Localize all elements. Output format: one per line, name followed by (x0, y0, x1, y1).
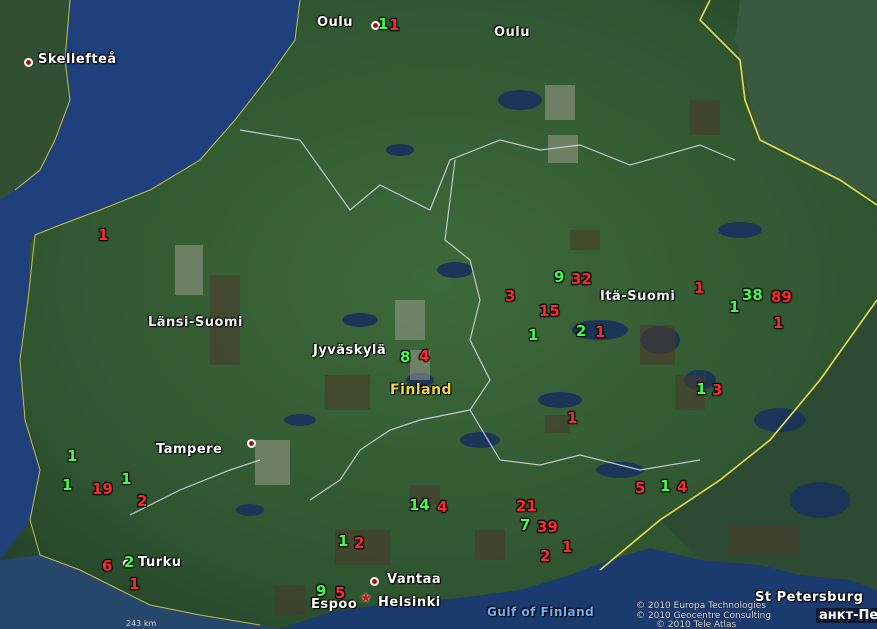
city-label-turku[interactable]: Turku (138, 555, 182, 570)
terrain-layer (0, 0, 877, 629)
attribution-line: © 2010 Tele Atlas (656, 620, 737, 629)
count-marker[interactable]: 1 (660, 479, 670, 494)
count-marker[interactable]: 5 (335, 586, 345, 601)
count-marker[interactable]: 2 (137, 494, 147, 509)
count-marker[interactable]: 1 (595, 325, 605, 340)
count-marker[interactable]: 1 (773, 316, 783, 331)
region-label-ita-suomi: Itä-Suomi (600, 289, 676, 304)
city-label-tampere[interactable]: Tampere (156, 442, 222, 457)
count-marker[interactable]: 1 (562, 540, 572, 555)
count-marker[interactable]: 1 (378, 17, 388, 32)
attribution-line: © 2010 Europa Technologies (636, 601, 766, 611)
count-marker[interactable]: 8 (400, 350, 410, 365)
count-marker[interactable]: 3 (712, 383, 722, 398)
count-marker[interactable]: 21 (516, 499, 537, 514)
count-marker[interactable]: 6 (102, 559, 112, 574)
count-marker[interactable]: 1 (67, 449, 77, 464)
count-marker[interactable]: 1 (567, 411, 577, 426)
count-marker[interactable]: 19 (92, 482, 113, 497)
count-marker[interactable]: 38 (742, 288, 763, 303)
satellite-map[interactable]: ★ Oulu Skellefteå Jyväskylä Tampere Turk… (0, 0, 877, 629)
count-marker[interactable]: 1 (129, 577, 139, 592)
tampere-city-marker[interactable] (247, 439, 256, 448)
count-marker[interactable]: 9 (554, 270, 564, 285)
count-marker[interactable]: 2 (540, 549, 550, 564)
count-marker[interactable]: 1 (98, 228, 108, 243)
count-marker[interactable]: 9 (316, 584, 326, 599)
sea-label-gulf-of-finland: Gulf of Finland (487, 605, 595, 619)
russian-place-label: анкт-Пе (816, 608, 877, 623)
count-marker[interactable]: 4 (437, 500, 447, 515)
count-marker[interactable]: 15 (539, 304, 560, 319)
city-label-oulu[interactable]: Oulu (317, 15, 353, 30)
count-marker[interactable]: 1 (389, 18, 399, 33)
city-label-jyvaskyla[interactable]: Jyväskylä (313, 343, 386, 358)
city-label-vantaa[interactable]: Vantaa (387, 572, 441, 587)
count-marker[interactable]: 32 (571, 272, 592, 287)
count-marker[interactable]: 3 (505, 289, 515, 304)
region-label-oulu: Oulu (494, 25, 531, 40)
count-marker[interactable]: 1 (694, 281, 704, 296)
count-marker[interactable]: 1 (62, 478, 72, 493)
count-marker[interactable]: 2 (124, 555, 134, 570)
count-marker[interactable]: 7 (520, 518, 530, 533)
country-label-finland: Finland (390, 382, 453, 398)
count-marker[interactable]: 89 (771, 290, 792, 305)
city-label-st-petersburg[interactable]: St Petersburg (755, 590, 863, 605)
count-marker[interactable]: 2 (576, 324, 586, 339)
count-marker[interactable]: 5 (635, 481, 645, 496)
count-marker[interactable]: 1 (528, 328, 538, 343)
vantaa-city-marker[interactable] (370, 577, 379, 586)
count-marker[interactable]: 14 (409, 498, 430, 513)
skelleftea-city-marker[interactable] (24, 58, 33, 67)
scale-bar-label: 243 km (126, 619, 157, 628)
count-marker[interactable]: 39 (537, 520, 558, 535)
count-marker[interactable]: 4 (677, 480, 687, 495)
city-label-helsinki[interactable]: Helsinki (378, 595, 441, 610)
city-label-skelleftea[interactable]: Skellefteå (38, 52, 117, 67)
helsinki-capital-star-icon[interactable]: ★ (360, 591, 372, 606)
region-label-lansi-suomi: Länsi-Suomi (148, 315, 243, 330)
count-marker[interactable]: 1 (729, 300, 739, 315)
count-marker[interactable]: 4 (419, 349, 429, 364)
count-marker[interactable]: 1 (338, 534, 348, 549)
count-marker[interactable]: 2 (354, 536, 364, 551)
count-marker[interactable]: 1 (696, 382, 706, 397)
count-marker[interactable]: 1 (121, 472, 131, 487)
